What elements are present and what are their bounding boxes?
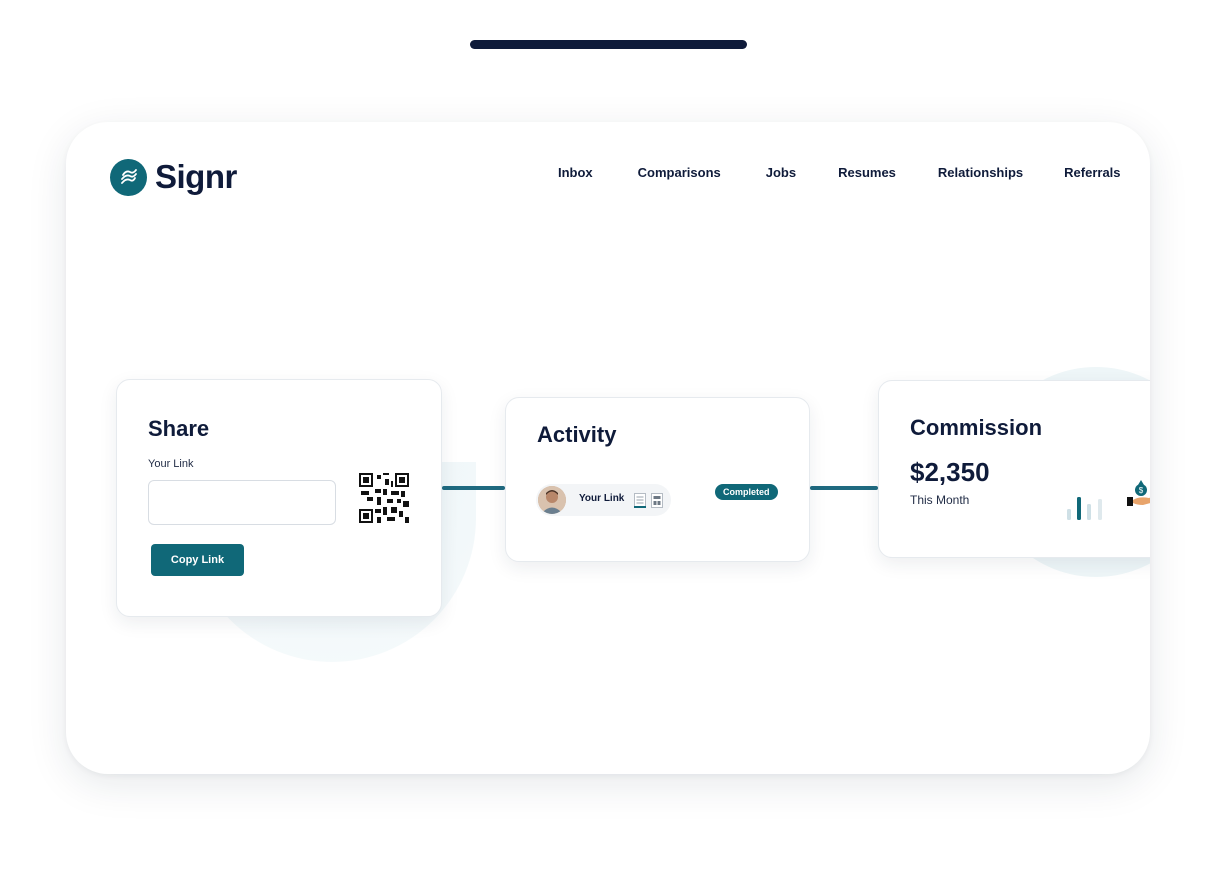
document-icon [651,493,663,508]
bar-chart-icon [1067,497,1102,520]
link-input[interactable] [148,480,336,525]
app-window: Signr Inbox Comparisons Jobs Resumes Rel… [66,122,1150,774]
top-bar [470,40,747,49]
money-bag-icon: $ [1127,480,1150,506]
activity-title: Activity [537,422,617,447]
copy-link-button[interactable]: Copy Link [151,544,244,576]
document-icon [634,493,646,508]
waves-logo-icon [110,158,147,196]
connector-line [810,486,878,490]
nav-item-comparisons[interactable]: Comparisons [638,165,721,180]
nav-item-jobs[interactable]: Jobs [766,165,796,180]
commission-card: Commission $2,350 This Month $ [878,380,1150,558]
share-title: Share [148,416,210,441]
main-nav: Inbox Comparisons Jobs Resumes Relations… [558,165,1121,180]
commission-amount: $2,350 [910,457,990,487]
connector-line [442,486,505,490]
link-label: Your Link [148,458,194,470]
logo-text: Signr [155,158,237,195]
nav-item-inbox[interactable]: Inbox [558,165,593,180]
status-badge: Completed [715,484,778,500]
activity-item[interactable]: Your Link [536,484,671,516]
avatar [538,486,566,514]
nav-item-referrals[interactable]: Referrals [1064,165,1120,180]
nav-item-resumes[interactable]: Resumes [838,165,896,180]
nav-item-relationships[interactable]: Relationships [938,165,1023,180]
logo[interactable]: Signr [110,158,237,196]
share-card: Share Your Link Copy Link [116,379,442,617]
commission-title: Commission [910,415,1043,440]
svg-text:$: $ [1139,486,1144,495]
qr-code-icon[interactable] [359,473,409,523]
commission-period: This Month [910,493,970,507]
activity-item-label: Your Link [579,493,625,504]
activity-card: Activity Your Link Completed [505,397,810,562]
